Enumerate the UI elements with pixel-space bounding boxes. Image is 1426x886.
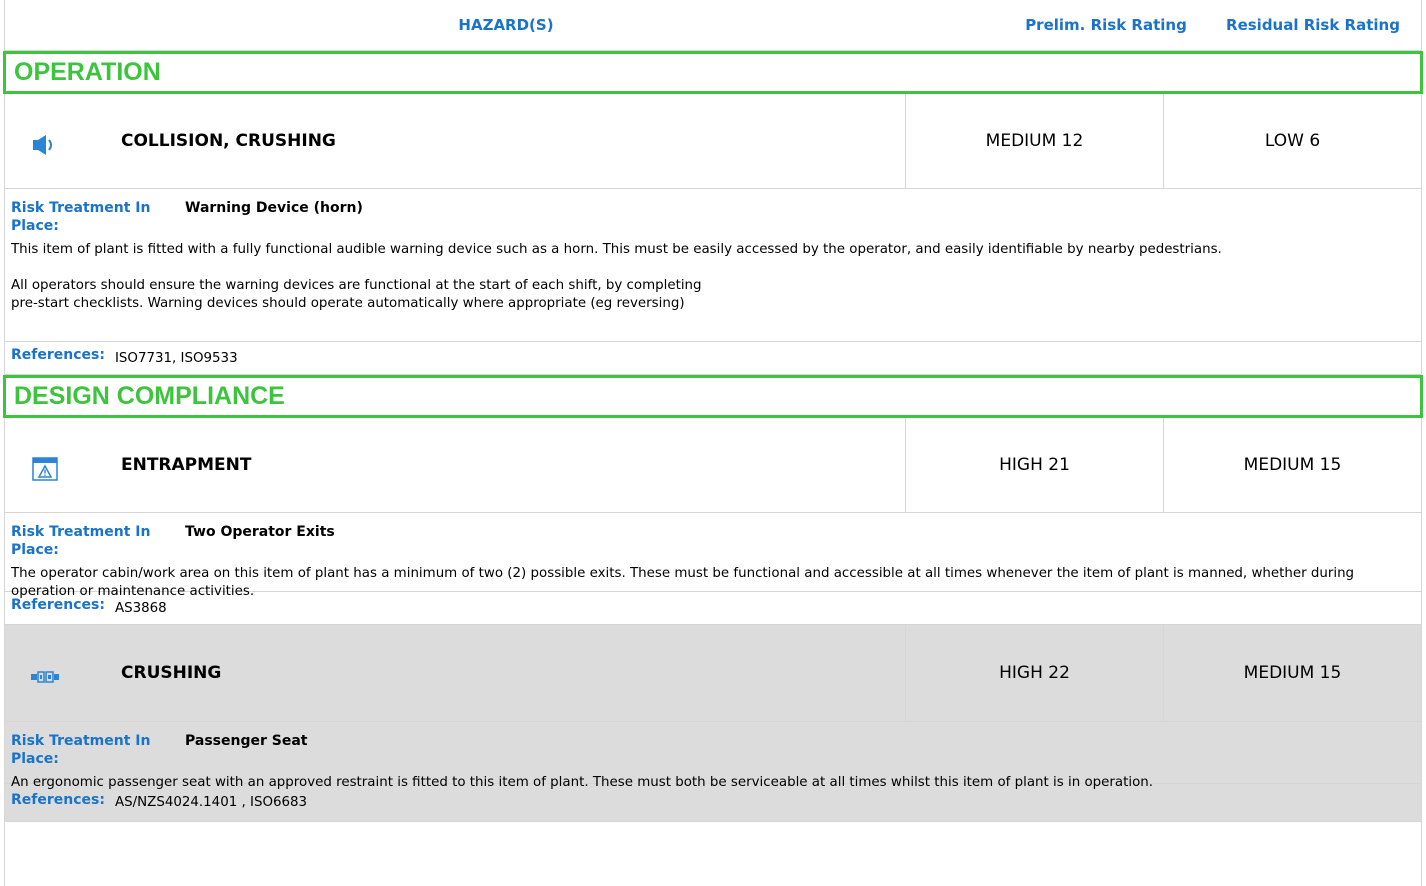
- references-value: AS3868: [114, 600, 167, 616]
- hazard-cell: CRUSHING: [5, 625, 905, 721]
- references-label: References:: [11, 347, 105, 363]
- risk-treatment-block: Risk Treatment In Place: Passenger Seat …: [5, 722, 1421, 790]
- risk-treatment-label: Risk Treatment In Place:: [11, 200, 151, 234]
- residual-risk-rating: MEDIUM 15: [1163, 418, 1421, 512]
- treatment-description: This item of plant is fitted with a full…: [11, 242, 1222, 257]
- references-label: References:: [11, 597, 105, 613]
- treatment-line: pre-start checklists. Warning devices sh…: [11, 296, 685, 311]
- seatbelt-icon: [31, 665, 59, 689]
- hazard-row-entrapment: ENTRAPMENT HIGH 21 MEDIUM 15: [5, 418, 1421, 513]
- treatment-description-2: All operators should ensure the warning …: [11, 277, 1415, 313]
- risk-treatment-heading: Risk Treatment In Place: Passenger Seat: [11, 732, 1415, 768]
- risk-treatment-block: Risk Treatment In Place: Warning Device …: [5, 189, 1421, 342]
- prelim-risk-rating: HIGH 21: [905, 418, 1163, 512]
- treatment-line: All operators should ensure the warning …: [11, 278, 702, 293]
- risk-treatment-label: Risk Treatment In Place:: [11, 733, 151, 767]
- section-operation: OPERATION: [3, 51, 1423, 94]
- header-prelim-risk: Prelim. Risk Rating: [1025, 16, 1187, 34]
- warning-window-icon: [31, 457, 59, 481]
- prelim-risk-rating: HIGH 22: [905, 625, 1163, 721]
- hazard-title: COLLISION, CRUSHING: [121, 131, 336, 151]
- speaker-icon: [31, 133, 59, 157]
- hazard-title: CRUSHING: [121, 663, 222, 683]
- residual-risk-rating: MEDIUM 15: [1163, 625, 1421, 721]
- references-value: ISO7731, ISO9533: [114, 350, 238, 366]
- references-label: References:: [11, 791, 105, 808]
- references-row: References: ISO7731, ISO9533: [5, 342, 1421, 375]
- risk-treatment-block: Risk Treatment In Place: Two Operator Ex…: [5, 513, 1421, 599]
- hazard-cell: ENTRAPMENT: [5, 418, 905, 512]
- hazard-row-collision-crushing: COLLISION, CRUSHING MEDIUM 12 LOW 6: [5, 94, 1421, 189]
- risk-treatment-heading: Risk Treatment In Place: Two Operator Ex…: [11, 523, 1415, 559]
- prelim-risk-rating: MEDIUM 12: [905, 94, 1163, 188]
- risk-treatment-heading: Risk Treatment In Place: Warning Device …: [11, 199, 1415, 235]
- section-design-compliance: DESIGN COMPLIANCE: [3, 375, 1423, 418]
- risk-treatment-name: Passenger Seat: [185, 733, 308, 749]
- header-residual-risk: Residual Risk Rating: [1226, 16, 1400, 34]
- header-hazards: HAZARD(S): [458, 16, 554, 34]
- hazard-cell: COLLISION, CRUSHING: [5, 94, 905, 188]
- references-value: AS/NZS4024.1401 , ISO6683: [114, 795, 308, 810]
- risk-treatment-name: Warning Device (horn): [185, 200, 363, 216]
- risk-treatment-label: Risk Treatment In Place:: [11, 524, 151, 558]
- risk-treatment-name: Two Operator Exits: [185, 524, 335, 540]
- table-header: HAZARD(S) Prelim. Risk Rating Residual R…: [5, 0, 1421, 51]
- hazard-row-crushing: CRUSHING HIGH 22 MEDIUM 15: [5, 625, 1421, 722]
- hazard-title: ENTRAPMENT: [121, 455, 252, 475]
- residual-risk-rating: LOW 6: [1163, 94, 1421, 188]
- risk-assessment-page: HAZARD(S) Prelim. Risk Rating Residual R…: [3, 0, 1423, 886]
